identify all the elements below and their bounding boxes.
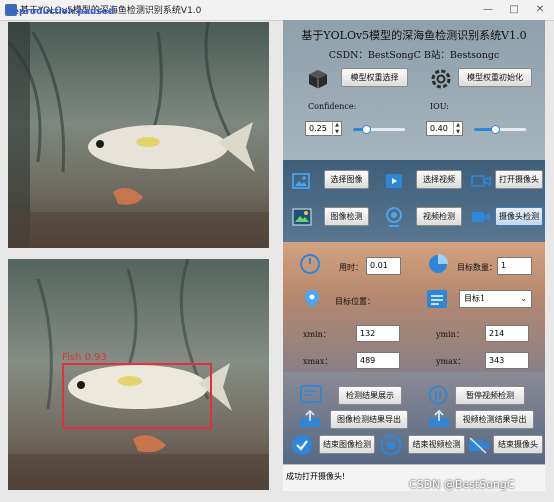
export-image-results-button[interactable]: 图像检测结果导出 (330, 410, 408, 429)
show-results-button[interactable]: 检测结果展示 (338, 386, 402, 405)
pause-video-button[interactable]: 暂停视频检测 (455, 386, 525, 405)
xmax-label: xmax： (303, 357, 333, 366)
maximize-button[interactable]: □ (504, 2, 524, 18)
slider-handle[interactable] (490, 125, 500, 134)
select-video-button[interactable]: 选择视频 (416, 170, 462, 189)
model-weight-init-button[interactable]: 模型权重初始化 (458, 68, 532, 87)
chevron-down-icon: ⌄ (520, 294, 527, 303)
confidence-value: 0.25 (309, 124, 327, 133)
export-image-icon (300, 410, 320, 427)
author-credits: CSDN：BestSongC B站：Bestsongc (328, 50, 500, 61)
end-video-detect-button[interactable]: 结束视频检测 (408, 435, 465, 454)
spin-down-icon[interactable]: ▼ (453, 129, 462, 136)
ymax-label: ymax： (436, 357, 466, 366)
camera-off-icon (469, 437, 489, 454)
video-detect-button[interactable]: 视频检测 (416, 207, 462, 226)
detection-bounding-box (62, 363, 212, 429)
confidence-spinbox[interactable]: 0.25 ▲ ▼ (305, 121, 342, 136)
time-field[interactable]: 0.01 (366, 257, 401, 275)
confidence-label: Confidence: (308, 102, 357, 111)
gear-icon (431, 69, 451, 89)
ymax-field[interactable]: 343 (485, 352, 529, 369)
clock-icon (300, 254, 320, 274)
camera-detect-icon (472, 212, 490, 222)
result-display-icon (300, 385, 322, 403)
end-image-detect-button[interactable]: 结束图像检测 (319, 435, 375, 454)
model-settings-section: 基于YOLOv5模型的深海鱼检测识别系统V1.0 CSDN：BestSongC … (283, 20, 545, 160)
export-video-results-button[interactable]: 视频检测结果导出 (455, 410, 534, 429)
camera-icon (471, 175, 491, 187)
xmin-field[interactable]: 132 (356, 325, 400, 342)
cube-icon (309, 70, 327, 89)
input-section: 选择图像 选择视频 打开摄像头 图像检测 视频检测 摄像头检测 (283, 160, 545, 242)
ymin-label: ymin： (436, 330, 464, 339)
ymin-field[interactable]: 214 (485, 325, 529, 342)
export-video-icon (429, 410, 449, 427)
location-pin-icon (305, 290, 319, 308)
stop-circle-icon (380, 434, 402, 456)
iou-label: IOU: (430, 102, 449, 111)
slider-handle[interactable] (362, 125, 371, 134)
image-icon (292, 173, 310, 189)
xmin-label: xmin： (303, 330, 331, 339)
check-circle-icon (292, 435, 312, 455)
pie-chart-icon (429, 254, 448, 273)
spin-up-icon[interactable]: ▲ (453, 122, 462, 129)
target-count-field[interactable]: 1 (497, 257, 532, 275)
image-detect-button[interactable]: 图像检测 (324, 207, 369, 226)
xmax-field[interactable]: 489 (356, 352, 400, 369)
results-section: 用时： 0.01 目标数量： 1 目标位置： 目标1 ⌄ xmin： 132 y… (283, 242, 545, 372)
control-panel: 基于YOLOv5模型的深海鱼检测识别系统V1.0 CSDN：BestSongC … (283, 20, 545, 491)
model-weight-select-button[interactable]: 模型权重选择 (341, 68, 408, 87)
title-bar: 基于YOLOv5模型的深海鱼检测识别系统V1.0 Reproduction pa… (0, 0, 554, 21)
target-select-dropdown[interactable]: 目标1 ⌄ (459, 290, 532, 308)
spin-up-icon[interactable]: ▲ (332, 122, 341, 129)
actions-section: 检测结果展示 暂停视频检测 图像检测结果导出 视频检测结果导出 结束图像检测 结… (283, 372, 545, 464)
time-label: 用时： (339, 263, 363, 272)
watermark-text: Reproduction paused (6, 7, 115, 17)
pause-icon (428, 385, 448, 405)
iou-spinbox[interactable]: 0.40 ▲ ▼ (426, 121, 463, 136)
target-count-label: 目标数量： (457, 263, 497, 272)
open-camera-button[interactable]: 打开摄像头 (495, 170, 543, 189)
target-select-value: 目标1 (464, 294, 486, 303)
close-button[interactable]: ✕ (530, 2, 550, 18)
system-title: 基于YOLOv5模型的深海鱼检测识别系统V1.0 (301, 29, 527, 42)
spin-down-icon[interactable]: ▼ (332, 129, 341, 136)
iou-slider[interactable] (474, 124, 526, 134)
target-list-icon (427, 290, 447, 308)
video-icon (386, 174, 402, 188)
confidence-slider[interactable] (353, 124, 405, 134)
webcam-icon (386, 207, 402, 227)
select-image-button[interactable]: 选择图像 (324, 170, 369, 189)
target-position-label: 目标位置： (335, 297, 375, 306)
detection-video-display: Fish 0.93 (8, 259, 269, 490)
iou-value: 0.40 (430, 124, 448, 133)
status-message: 成功打开摄像头! (286, 472, 346, 481)
camera-detect-button[interactable]: 摄像头检测 (495, 207, 543, 226)
csdn-watermark: CSDN @BestSongC (409, 478, 515, 491)
minimize-button[interactable]: — (478, 2, 498, 18)
underwater-scene-image (8, 22, 269, 248)
original-video-display (8, 22, 269, 248)
end-camera-button[interactable]: 结束摄像头 (493, 435, 543, 454)
image-detect-icon (292, 208, 312, 226)
detection-label: Fish 0.93 (62, 352, 107, 363)
